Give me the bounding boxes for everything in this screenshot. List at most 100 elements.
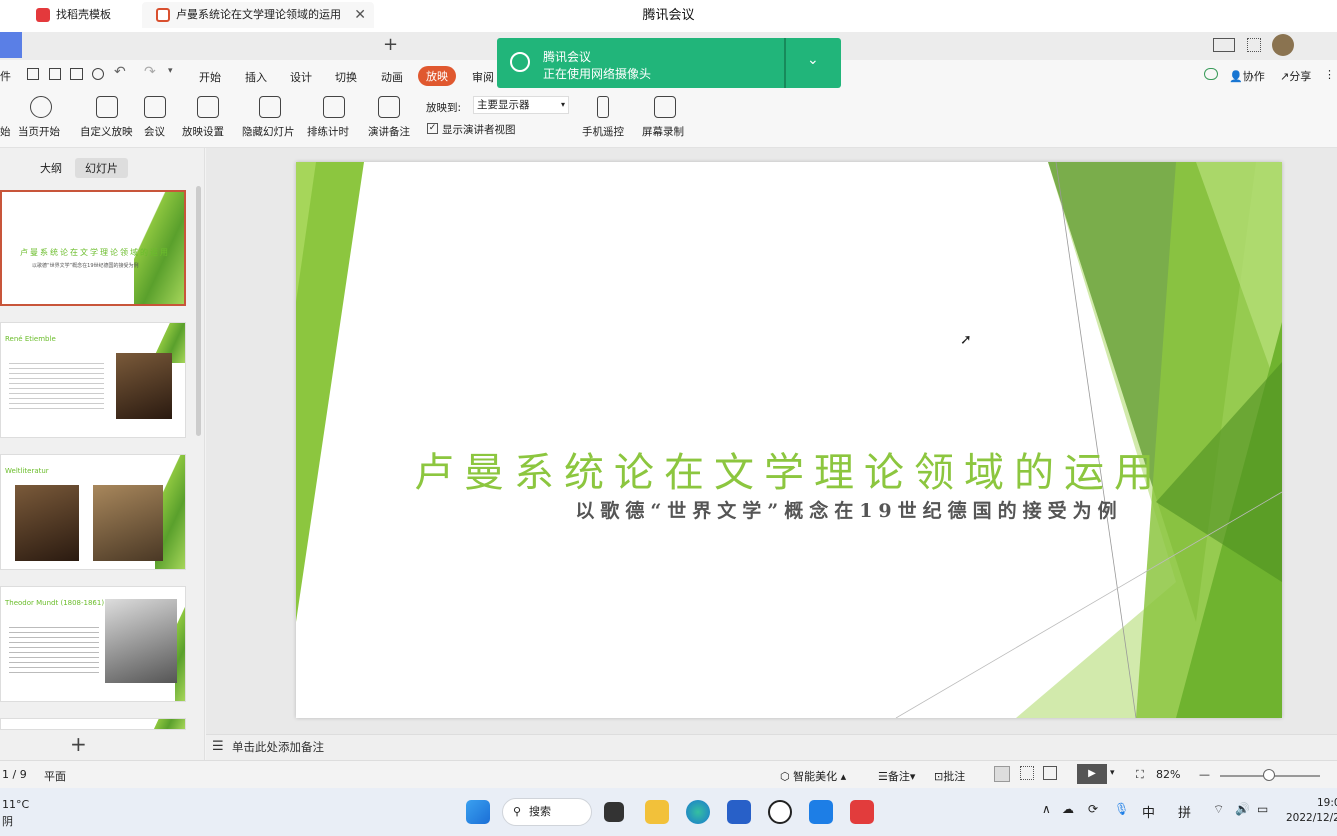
tab-template[interactable]: 找稻壳模板 xyxy=(22,2,142,28)
new-tab-button[interactable]: + xyxy=(383,32,399,58)
slide-thumb-5[interactable] xyxy=(0,718,186,730)
ribbon-hide-slide[interactable]: 隐藏幻灯片 xyxy=(242,124,295,139)
store-icon[interactable] xyxy=(727,800,751,824)
menu-file[interactable]: 件 xyxy=(0,68,11,84)
presenter-view-checkbox[interactable]: ✓ xyxy=(427,123,438,134)
close-icon[interactable]: ✕ xyxy=(354,2,366,28)
zoom-slider-handle[interactable] xyxy=(1263,769,1275,781)
menu-transition[interactable]: 切换 xyxy=(335,69,357,85)
smart-beautify-button[interactable]: ⬡ 智能美化 ▴ xyxy=(780,768,846,784)
menu-start[interactable]: 开始 xyxy=(199,69,221,85)
wifi-icon[interactable]: ⌔ xyxy=(1213,802,1224,817)
collab-button[interactable]: 👤协作 xyxy=(1229,68,1265,84)
ribbon-show-settings[interactable]: 放映设置 xyxy=(182,124,224,139)
notes-toggle[interactable]: ☰备注▾ xyxy=(878,768,915,784)
avatar[interactable] xyxy=(1272,34,1294,56)
ribbon-speaker-notes[interactable]: 演讲备注 xyxy=(368,124,410,139)
slide-thumb-3[interactable]: Weltliteratur xyxy=(0,454,186,570)
redo-icon[interactable]: ↷ xyxy=(144,64,156,80)
ribbon-custom-show[interactable]: 自定义放映 xyxy=(80,124,133,139)
more-icon[interactable]: ⋮ xyxy=(1324,68,1335,81)
chevron-down-icon[interactable]: ⌄ xyxy=(807,52,819,68)
ribbon-meeting[interactable]: 会议 xyxy=(144,124,165,139)
cloud-icon[interactable]: ☁ xyxy=(1062,802,1074,816)
home-tab-stub[interactable] xyxy=(0,32,22,58)
phone-icon[interactable] xyxy=(597,96,609,118)
menu-review[interactable]: 审阅 xyxy=(472,69,494,85)
microphone-icon[interactable]: 🎙 xyxy=(1114,802,1129,816)
ribbon-from-start[interactable]: 始 xyxy=(0,124,11,139)
layout-icon[interactable] xyxy=(1213,38,1235,52)
tab-outline[interactable]: 大纲 xyxy=(30,158,72,178)
slide-subtitle[interactable]: 以歌德“世界文学”概念在19世纪德国的接受为例 xyxy=(356,496,1282,523)
normal-view-icon[interactable] xyxy=(994,766,1010,782)
notes-bar[interactable]: ☰ 单击此处添加备注 xyxy=(206,734,1337,760)
screen-record-icon[interactable] xyxy=(654,96,676,118)
zoom-out-button[interactable]: — xyxy=(1199,768,1210,781)
ime-chinese[interactable]: 中 xyxy=(1142,802,1155,821)
tab-presentation[interactable]: 卢曼系统论在文学理论领域的运用 ✕ xyxy=(142,2,374,28)
undo-icon[interactable]: ↶ xyxy=(114,64,126,80)
settings-icon[interactable] xyxy=(197,96,219,118)
fit-window-icon[interactable]: ⛶ xyxy=(1136,768,1144,782)
meeting-icon[interactable] xyxy=(144,96,166,118)
slide-thumb-2[interactable]: René Etiemble xyxy=(0,322,186,438)
view-mode[interactable]: 平面 xyxy=(44,768,66,784)
comments-toggle[interactable]: ⊡批注 xyxy=(934,768,965,784)
share-button[interactable]: ↗分享 xyxy=(1280,68,1311,84)
volume-icon[interactable]: 🔊 xyxy=(1235,802,1250,816)
chevron-down-icon[interactable]: ▾ xyxy=(168,66,173,76)
notes-placeholder: 单击此处添加备注 xyxy=(232,740,324,754)
ribbon-rehearse[interactable]: 排练计时 xyxy=(307,124,349,139)
ime-pinyin[interactable]: 拼 xyxy=(1178,802,1191,821)
menu-insert[interactable]: 插入 xyxy=(245,69,267,85)
taskbar-search[interactable]: ⚲ 搜索 xyxy=(502,798,592,826)
save-icon[interactable] xyxy=(49,68,61,80)
hide-slide-icon[interactable] xyxy=(259,96,281,118)
battery-icon[interactable]: ▭ xyxy=(1257,802,1268,816)
clock-time[interactable]: 19:0 xyxy=(1317,797,1337,809)
preview-icon[interactable] xyxy=(92,68,104,80)
file-explorer-icon[interactable] xyxy=(645,800,669,824)
notes-icon[interactable] xyxy=(378,96,400,118)
weather-temp[interactable]: 11°C xyxy=(2,798,29,811)
play-icon[interactable] xyxy=(30,96,52,118)
scrollbar[interactable] xyxy=(196,186,201,436)
windows-start-icon[interactable] xyxy=(466,800,490,824)
ribbon-mobile-remote[interactable]: 手机遥控 xyxy=(582,124,624,139)
cloud-sync-icon[interactable] xyxy=(1204,68,1218,80)
menu-animation[interactable]: 动画 xyxy=(381,69,403,85)
zoom-level[interactable]: 82% xyxy=(1156,768,1180,781)
edge-icon[interactable] xyxy=(686,800,710,824)
timer-icon[interactable] xyxy=(323,96,345,118)
add-slide-button[interactable]: + xyxy=(70,732,87,756)
wps-icon[interactable] xyxy=(850,800,874,824)
print-icon[interactable] xyxy=(70,68,83,80)
slide-thumb-1[interactable]: 卢曼系统论在文学理论领域的运用 以歌德“世界文学”概念在19世纪德国的接受为例 xyxy=(0,190,186,306)
sorter-view-icon[interactable] xyxy=(1020,766,1034,780)
custom-show-icon[interactable] xyxy=(96,96,118,118)
slide-thumb-4[interactable]: Theodor Mundt (1808-1861) xyxy=(0,586,186,702)
current-slide[interactable]: 卢曼系统论在文学理论领域的运用 以歌德“世界文学”概念在19世纪德国的接受为例 … xyxy=(296,162,1282,718)
slide-title[interactable]: 卢曼系统论在文学理论领域的运用 xyxy=(296,440,1282,498)
ribbon-screen-record[interactable]: 屏幕录制 xyxy=(642,124,684,139)
chevron-down-icon[interactable]: ▾ xyxy=(1110,768,1115,778)
folder-icon[interactable] xyxy=(27,68,39,80)
menu-slideshow[interactable]: 放映 xyxy=(418,66,456,86)
thumb-title: 卢曼系统论在文学理论领域的运用 xyxy=(20,248,170,257)
play-slideshow-button[interactable]: ▶ xyxy=(1077,764,1107,784)
clock-date[interactable]: 2022/12/2 xyxy=(1286,812,1337,824)
tencent-meeting-icon[interactable] xyxy=(809,800,833,824)
weather-desc[interactable]: 阴 xyxy=(2,813,13,829)
grid-icon[interactable] xyxy=(1247,38,1261,52)
camera-notification[interactable]: 腾讯会议 正在使用网络摄像头 ⌄ xyxy=(497,38,841,88)
reading-view-icon[interactable] xyxy=(1043,766,1057,780)
dell-icon[interactable] xyxy=(768,800,792,824)
chevron-up-icon[interactable]: ∧ xyxy=(1042,802,1051,816)
tab-slides[interactable]: 幻灯片 xyxy=(75,158,128,178)
sync-icon[interactable]: ⟳ xyxy=(1088,802,1098,816)
task-view-icon[interactable] xyxy=(604,802,624,822)
menu-design[interactable]: 设计 xyxy=(290,69,312,85)
display-select[interactable]: 主要显示器 ▾ xyxy=(473,96,569,114)
ribbon-current-page[interactable]: 当页开始 xyxy=(18,124,60,139)
